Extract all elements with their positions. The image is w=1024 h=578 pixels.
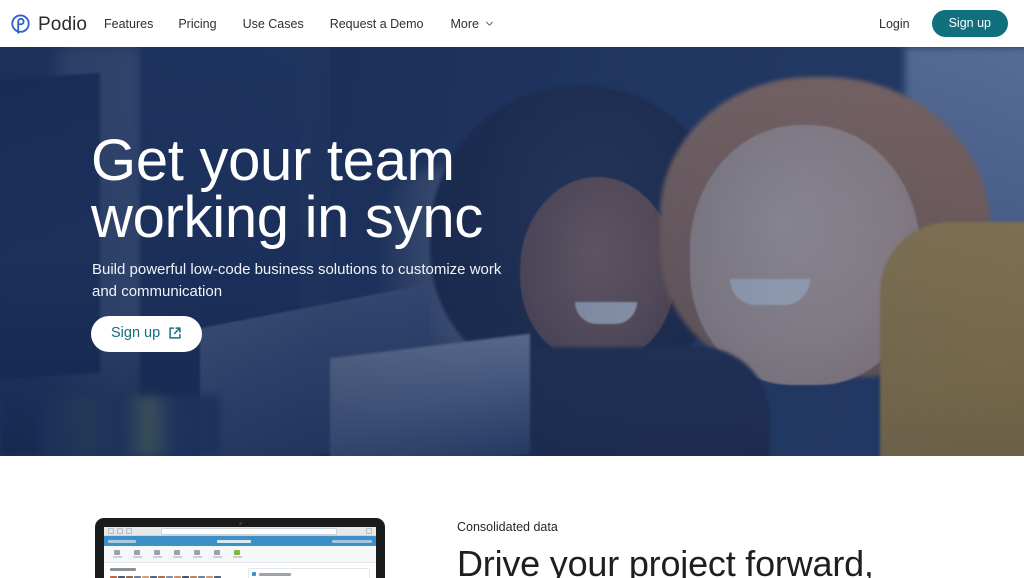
app-icon-companies [132,550,142,558]
section-eyebrow: Consolidated data [457,520,558,534]
top-navigation-bar: Podio Features Pricing Use Cases Request… [0,0,1024,47]
app-icon-reports [212,550,222,558]
browser-forward-icon [117,528,123,534]
hero-subheading: Build powerful low-code business solutio… [92,261,502,300]
hero-content: Get your team working in sync Build powe… [91,47,731,456]
nav-item-use-cases[interactable]: Use Cases [243,17,330,31]
consolidated-data-section: Consolidated data Drive your project for… [0,456,1024,578]
hero-signup-label: Sign up [111,325,161,341]
nav-item-label: Use Cases [242,16,304,31]
brand-name: Podio [38,13,88,35]
landing-page: Podio Features Pricing Use Cases Request… [0,0,1024,578]
laptop-mockup [95,518,385,578]
section-text-block: Consolidated data Drive your project for… [457,520,997,578]
nav-item-label: Pricing [178,16,217,31]
hero-heading: Get your team working in sync [91,128,731,250]
app-top-bar [104,536,376,546]
podio-app-screenshot [104,527,376,578]
browser-address-bar [161,527,337,535]
laptop-camera-icon [238,522,242,525]
external-link-icon [169,327,181,339]
hero-heading-line-1: Get your team [91,128,455,193]
nav-actions: Login Sign up [879,0,1008,47]
nav-item-more[interactable]: More [451,17,516,31]
app-report-card [247,568,370,578]
browser-menu-icon [366,528,372,534]
nav-links: Features Pricing Use Cases Request a Dem… [104,0,516,47]
brand-logo[interactable]: Podio [10,10,87,38]
hero-heading-line-2: working in sync [91,185,483,250]
app-icon-deals [152,550,162,558]
hero-signup-button[interactable]: Sign up [91,316,203,352]
app-icon-activity [112,550,122,558]
nav-item-request-a-demo[interactable]: Request a Demo [330,17,451,31]
login-link[interactable]: Login [879,17,910,31]
signup-button[interactable]: Sign up [931,9,1008,38]
nav-item-features[interactable]: Features [104,17,178,31]
section-heading: Drive your project forward, [457,543,874,578]
nav-item-label: Request a Demo [329,16,424,31]
chevron-down-icon [486,21,493,26]
nav-item-label: More [450,16,479,31]
app-body [104,563,376,578]
app-icon-add [232,550,242,558]
app-team-panel [110,568,242,578]
nav-item-label: Features [104,16,154,31]
podio-logo-icon [11,13,30,34]
app-icon-materials [172,550,182,558]
app-icon-row [104,546,376,563]
browser-reload-icon [126,528,132,534]
app-icon-meetings [192,550,202,558]
nav-item-pricing[interactable]: Pricing [178,17,242,31]
browser-chrome [104,527,376,536]
browser-back-icon [108,528,114,534]
hero-section: Get your team working in sync Build powe… [0,47,1024,456]
